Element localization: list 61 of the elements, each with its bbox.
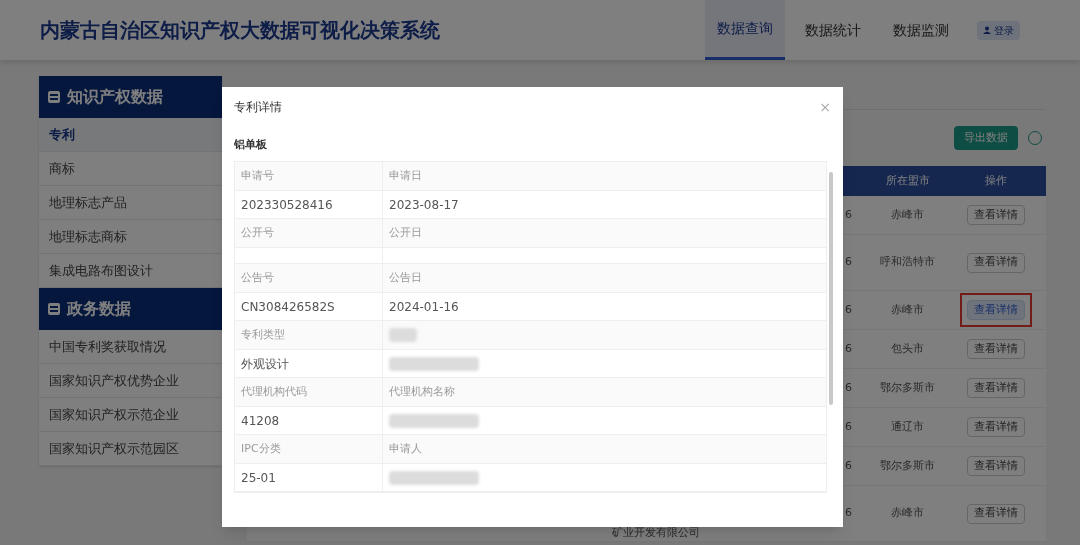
field-value: 202330528416 bbox=[241, 196, 333, 214]
field-label: IPC分类 bbox=[241, 440, 281, 457]
field-value: 2024-01-16 bbox=[389, 298, 459, 316]
table-cell-text: 6 bbox=[844, 418, 853, 435]
table-cell-text: 6 bbox=[844, 505, 853, 522]
table-cell-text: 6 bbox=[844, 206, 853, 223]
table-cell-text: 6 bbox=[844, 340, 853, 357]
field-value: 25-01 bbox=[241, 469, 276, 487]
nav-tab[interactable]: 数据查询 bbox=[705, 0, 785, 60]
field-label: 公告日 bbox=[389, 269, 422, 286]
nav-tab[interactable]: 数据统计 bbox=[793, 0, 873, 60]
login-button[interactable]: 登录 bbox=[977, 20, 1020, 40]
field-value: 外观设计 bbox=[241, 355, 289, 373]
field-value: 2023-08-17 bbox=[389, 196, 459, 214]
table-cell: 矿业开发有限公司 bbox=[612, 525, 700, 539]
table-cell-text: 通辽市 bbox=[891, 418, 924, 435]
close-button[interactable]: × bbox=[819, 100, 831, 114]
table-cell-text: 包头市 bbox=[891, 340, 924, 357]
view-details-button[interactable]: 查看详情 bbox=[967, 378, 1025, 398]
field-label: 申请人 bbox=[389, 440, 422, 457]
field-label: 专利类型 bbox=[241, 326, 285, 343]
view-details-button[interactable]: 查看详情 bbox=[967, 456, 1025, 476]
field-label: 申请日 bbox=[389, 167, 422, 184]
user-icon bbox=[983, 26, 991, 34]
view-details-button[interactable]: 查看详情 bbox=[967, 339, 1025, 359]
nav-tab[interactable]: 数据监测 bbox=[881, 0, 961, 60]
table-cell-text: 鄂尔多斯市 bbox=[880, 379, 935, 396]
table-cell-text: 6 bbox=[844, 301, 853, 318]
table-cell-text: 6 bbox=[844, 379, 853, 396]
section-title: 知识产权数据 bbox=[67, 86, 163, 108]
table-cell-text: 鄂尔多斯市 bbox=[880, 457, 935, 474]
table-cell: 呼和浩特市 bbox=[880, 254, 935, 271]
export-button[interactable]: 导出数据 bbox=[954, 126, 1018, 150]
table-cell-text: 赤峰市 bbox=[891, 301, 924, 318]
sidebar-item[interactable]: 专利 bbox=[39, 118, 222, 152]
view-details-button[interactable]: 查看详情 bbox=[967, 503, 1025, 524]
field-label: 公告号 bbox=[241, 269, 274, 286]
book-icon bbox=[47, 302, 61, 316]
column-header: 所在盟市 bbox=[885, 172, 930, 189]
table-cell-text: 6 bbox=[844, 254, 853, 271]
field-label: 代理机构代码 bbox=[241, 383, 307, 400]
section-title: 政务数据 bbox=[67, 298, 131, 320]
section-title: 铝单板 bbox=[234, 137, 268, 153]
field-label: 公开号 bbox=[241, 224, 274, 241]
view-details-button[interactable]: 查看详情 bbox=[967, 205, 1025, 225]
view-details-button[interactable]: 查看详情 bbox=[967, 300, 1025, 320]
field-label: 代理机构名称 bbox=[389, 383, 455, 400]
table-cell: 赤峰市 bbox=[891, 505, 924, 522]
table-cell-text: 6 bbox=[844, 457, 853, 474]
view-details-button[interactable]: 查看详情 bbox=[967, 417, 1025, 437]
dialog-title: 专利详情 bbox=[234, 99, 282, 116]
field-label: 申请号 bbox=[241, 167, 274, 184]
field-label: 公开日 bbox=[389, 224, 422, 241]
scrollbar[interactable] bbox=[829, 172, 833, 405]
table-cell-text: 赤峰市 bbox=[891, 206, 924, 223]
field-value: CN308426582S bbox=[241, 298, 335, 316]
column-header: 操作 bbox=[985, 172, 1007, 189]
field-value: 41208 bbox=[241, 412, 280, 430]
app-title: 内蒙古自治区知识产权大数据可视化决策系统 bbox=[40, 17, 441, 44]
view-details-button[interactable]: 查看详情 bbox=[967, 252, 1025, 273]
book-icon bbox=[47, 90, 61, 104]
